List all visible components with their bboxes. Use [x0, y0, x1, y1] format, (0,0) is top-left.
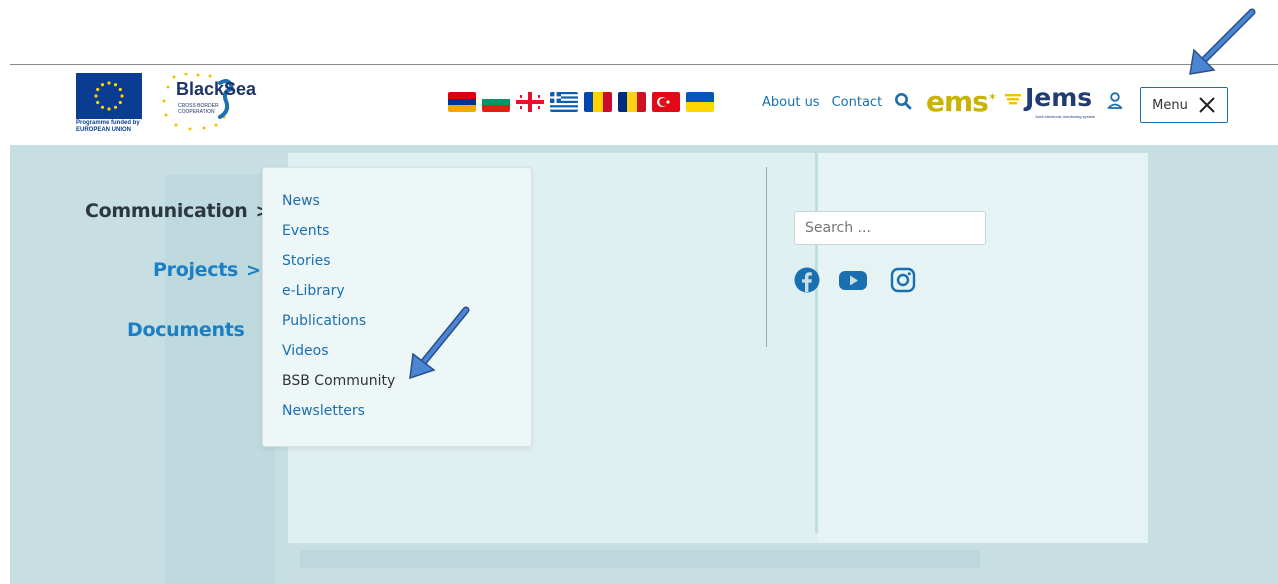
instagram-icon[interactable]: [890, 267, 916, 293]
flag-romania[interactable]: [618, 92, 646, 112]
annotation-arrow-bsb-community: [409, 306, 470, 380]
menu-divider: [766, 167, 767, 347]
flag-bulgaria[interactable]: [482, 92, 510, 112]
about-us-link[interactable]: About us: [762, 95, 820, 110]
user-icon[interactable]: [1106, 91, 1124, 111]
nav-documents-label: Documents: [127, 319, 245, 341]
eu-caption: Programme funded by EUROPEAN UNION: [76, 120, 146, 134]
blacksea-logo[interactable]: BlackSea CROSS BORDER COOPERATION: [160, 73, 260, 133]
nav-communication-label: Communication: [85, 200, 248, 222]
site-header: Programme funded by EUROPEAN UNION Black…: [10, 65, 1278, 145]
top-nav: About us Contact: [762, 95, 882, 110]
blacksea-wordmark: BlackSea: [176, 79, 257, 99]
flag-armenia[interactable]: [448, 92, 476, 112]
menu-overlay: Communication> Projects > Documents News …: [10, 145, 1278, 584]
submenu-bsb-community[interactable]: BSB Community: [282, 373, 395, 389]
jems-subtitle: Joint electronic monitoring system: [1035, 114, 1096, 119]
nav-documents[interactable]: Documents: [127, 319, 245, 341]
submenu-publications[interactable]: Publications: [282, 313, 366, 329]
chevron-right-icon: >: [246, 260, 261, 281]
nav-projects[interactable]: Projects >: [153, 259, 261, 281]
blacksea-sub-line2: COOPERATION: [178, 109, 215, 115]
eu-caption-line1: Programme funded by: [76, 120, 140, 126]
search-input[interactable]: [794, 211, 986, 245]
jems-logo[interactable]: Jems Joint electronic monitoring system: [1005, 83, 1095, 119]
ems-star-icon: ✶: [987, 90, 997, 104]
nav-communication[interactable]: Communication>: [85, 200, 271, 222]
blacksea-subtitle: CROSS BORDER COOPERATION: [178, 103, 238, 115]
background-sidebar: [165, 175, 275, 584]
annotation-arrow-menu: [1189, 8, 1256, 75]
youtube-icon[interactable]: [838, 267, 868, 293]
eu-logo[interactable]: Programme funded by EUROPEAN UNION: [76, 73, 146, 134]
background-footer-bar: [300, 550, 980, 568]
submenu-events[interactable]: Events: [282, 223, 329, 239]
menu-label: Menu: [1152, 97, 1188, 113]
eu-caption-line2: EUROPEAN UNION: [76, 127, 132, 133]
submenu-stories[interactable]: Stories: [282, 253, 331, 269]
close-icon: [1199, 97, 1215, 113]
facebook-icon[interactable]: [794, 267, 820, 293]
ems-label: ems: [926, 85, 989, 118]
submenu-e-library[interactable]: e-Library: [282, 283, 345, 299]
submenu-videos[interactable]: Videos: [282, 343, 329, 359]
submenu-news[interactable]: News: [282, 193, 320, 209]
flag-ukraine[interactable]: [686, 92, 714, 112]
communication-submenu: News Events Stories e-Library Publicatio…: [262, 167, 532, 447]
flag-moldova[interactable]: [584, 92, 612, 112]
flag-turkey[interactable]: [652, 92, 680, 112]
flag-greece[interactable]: [550, 92, 578, 112]
jems-mark-icon: [1005, 94, 1021, 105]
jems-wordmark: Jems: [1025, 83, 1093, 112]
search-icon[interactable]: [894, 92, 912, 110]
submenu-newsletters[interactable]: Newsletters: [282, 403, 365, 419]
ems-logo[interactable]: ems✶: [926, 85, 997, 118]
language-flags: [448, 92, 714, 114]
menu-close-button[interactable]: Menu: [1140, 87, 1228, 123]
nav-projects-label: Projects: [153, 259, 239, 281]
contact-link[interactable]: Contact: [832, 95, 883, 110]
flag-georgia[interactable]: [516, 92, 544, 112]
eu-flag: [76, 73, 142, 119]
